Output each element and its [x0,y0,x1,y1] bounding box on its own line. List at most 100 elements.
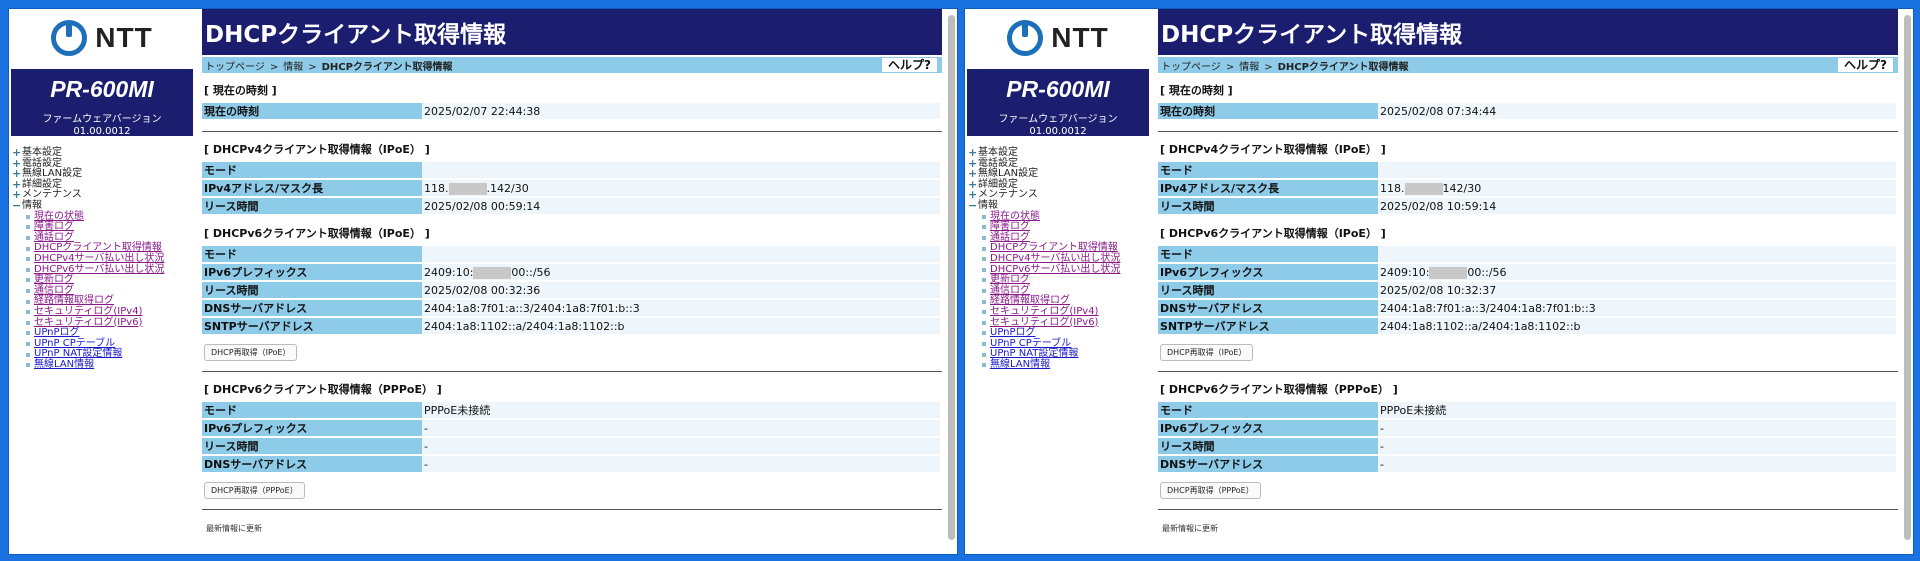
sntp-server-label: SNTPサーバアドレス [202,318,422,334]
bullet-icon [982,214,986,219]
submenu-item[interactable]: 無線LAN情報 [26,359,195,371]
table-row: SNTPサーバアドレス 2404:1a8:1102::a/2404:1a8:110… [1158,318,1896,334]
bullet-icon [26,331,30,336]
submenu-item[interactable]: セキュリティログ(IPv4) [982,306,1151,318]
table-row: モード [202,162,940,178]
submenu-link[interactable]: 無線LAN情報 [990,359,1050,371]
table-row: 現在の時刻 2025/02/07 22:44:38 [202,103,940,119]
table-row: IPv6プレフィックス 2409:10: 00::/56 [202,264,940,280]
logo-text: NTT [1051,22,1109,53]
dhcp-renew-pppoe-button[interactable]: DHCP再取得（PPPoE） [204,482,305,499]
table-row: IPv6プレフィックス - [202,420,940,436]
bullet-icon [982,225,986,230]
table-row: IPv4アドレス/マスク長 118. .142/30 [202,180,940,196]
current-time-label: 現在の時刻 [202,103,422,119]
bullet-icon [982,310,986,315]
divider [202,131,942,132]
ipv4-address-value: 118. .142/30 [422,180,940,196]
mode-label: モード [1158,402,1378,418]
dns-server-value: - [422,456,940,472]
lease-time-label: リース時間 [202,282,422,298]
mode-value [422,246,940,262]
mode-label: モード [1158,162,1378,178]
dhcpv4-ipoe-table: モード IPv4アドレス/マスク長 118. .142/30 リース時間 2025/0… [202,160,940,216]
dhcpv6-ipoe-table: モード IPv6プレフィックス 2409:10: 00::/56 リース時間 2025… [202,244,940,336]
ntt-logo-icon [1007,20,1044,56]
table-row: モード PPPoE未接続 [1158,402,1896,418]
mode-label: モード [202,402,422,418]
breadcrumb-info[interactable]: 情報 [1239,62,1259,73]
submenu-item[interactable]: DHCPv4サーバ払い出し状況 [26,253,195,265]
logo-text: NTT [95,22,153,53]
breadcrumb: トップページ > 情報 > DHCPクライアント取得情報 ヘルプ? [202,57,942,73]
model-name: PR-600MI [50,76,154,102]
ntt-logo-icon [51,20,88,56]
current-time-value: 2025/02/07 22:44:38 [422,103,940,119]
table-row: DNSサーバアドレス 2404:1a8:7f01:a::3/2404:1a8:7f… [202,300,940,316]
submenu-link[interactable]: 無線LAN情報 [34,359,94,371]
redacted-block [1429,266,1468,279]
menu-item-information[interactable]: − 情報 [12,200,195,212]
submenu-item[interactable]: DHCPv4サーバ払い出し状況 [982,253,1151,265]
dhcp-renew-pppoe-button[interactable]: DHCP再取得（PPPoE） [1160,482,1261,499]
help-button[interactable]: ヘルプ? [881,57,938,73]
current-time-table: 現在の時刻 2025/02/07 22:44:38 [202,101,940,121]
table-row: モード [1158,246,1896,262]
refresh-link[interactable]: 最新情報に更新 [202,523,942,534]
page-title: DHCPクライアント取得情報 [202,9,942,55]
vertical-scrollbar[interactable] [948,15,955,540]
dns-server-label: DNSサーバアドレス [202,300,422,316]
submenu-link[interactable]: DHCPv4サーバ払い出し状況 [34,253,164,265]
bullet-icon [26,246,30,251]
mode-value: PPPoE未接続 [1378,402,1896,418]
submenu-link[interactable]: セキュリティログ(IPv4) [990,306,1098,318]
help-button[interactable]: ヘルプ? [1837,57,1894,73]
nav-menu: + 基本設定 + 電話設定 + 無線LAN設定 + 詳細設定 + メンテナンス − 情報 現… [965,147,1151,371]
dhcp-renew-ipoe-button[interactable]: DHCP再取得（IPoE） [1160,344,1254,361]
bullet-icon [982,246,986,251]
breadcrumb-top[interactable]: トップページ [205,62,265,73]
menu-item-basic-settings[interactable]: + 基本設定 [968,147,1151,159]
mode-label: モード [202,246,422,262]
menu-item-basic-settings[interactable]: + 基本設定 [12,147,195,159]
lease-time-value: - [1378,438,1896,454]
bullet-icon [26,299,30,304]
bullet-icon [982,257,986,262]
dns-server-value: 2404:1a8:7f01:a::3/2404:1a8:7f01:b::3 [422,300,940,316]
bullet-icon [982,352,986,357]
section-title-current-time: [ 現在の時刻 ] [1160,84,1233,97]
dns-server-label: DNSサーバアドレス [202,456,422,472]
section-title-dhcpv6-pppoe: [ DHCPv6クライアント取得情報（PPPoE） ] [204,383,442,396]
mode-label: モード [1158,246,1378,262]
vertical-scrollbar[interactable] [1904,15,1911,540]
dhcpv6-pppoe-table: モード PPPoE未接続 IPv6プレフィックス - リース時間 - DNSサーバアド… [1158,400,1896,474]
submenu-item[interactable]: 無線LAN情報 [982,359,1151,371]
breadcrumb-info[interactable]: 情報 [283,62,303,73]
submenu-link[interactable]: セキュリティログ(IPv4) [34,306,142,318]
redacted-block [473,266,512,279]
bullet-icon [982,289,986,294]
firmware-version: 01.00.0012 [73,126,131,137]
table-row: リース時間 2025/02/08 00:32:36 [202,282,940,298]
collapse-icon[interactable]: − [12,200,21,212]
menu-item-information[interactable]: − 情報 [968,200,1151,212]
bullet-icon [982,278,986,283]
redacted-block [1404,182,1443,195]
refresh-link[interactable]: 最新情報に更新 [1158,523,1898,534]
table-row: モード [202,246,940,262]
breadcrumb-top[interactable]: トップページ [1161,62,1221,73]
ipv6-prefix-label: IPv6プレフィックス [1158,420,1378,436]
section-title-dhcpv6-ipoe: [ DHCPv6クライアント取得情報（IPoE） ] [204,227,430,240]
bullet-icon [982,236,986,241]
divider [202,371,942,372]
firmware-label: ファームウェアバージョン [42,114,162,125]
collapse-icon[interactable]: − [968,200,977,212]
dhcp-renew-ipoe-button[interactable]: DHCP再取得（IPoE） [204,344,298,361]
info-submenu: 現在の状態 障害ログ 通話ログ DHCPクライアント取得情報 DHCPv4サーバ払い出し… [12,211,195,371]
sidebar: NTT PR-600MI ファームウェアバージョン 01.00.0012 + 基本… [965,9,1151,554]
bullet-icon [26,214,30,219]
table-row: リース時間 2025/02/08 10:32:37 [1158,282,1896,298]
current-time-value: 2025/02/08 07:34:44 [1378,103,1896,119]
submenu-item[interactable]: セキュリティログ(IPv4) [26,306,195,318]
submenu-link[interactable]: DHCPv4サーバ払い出し状況 [990,253,1120,265]
